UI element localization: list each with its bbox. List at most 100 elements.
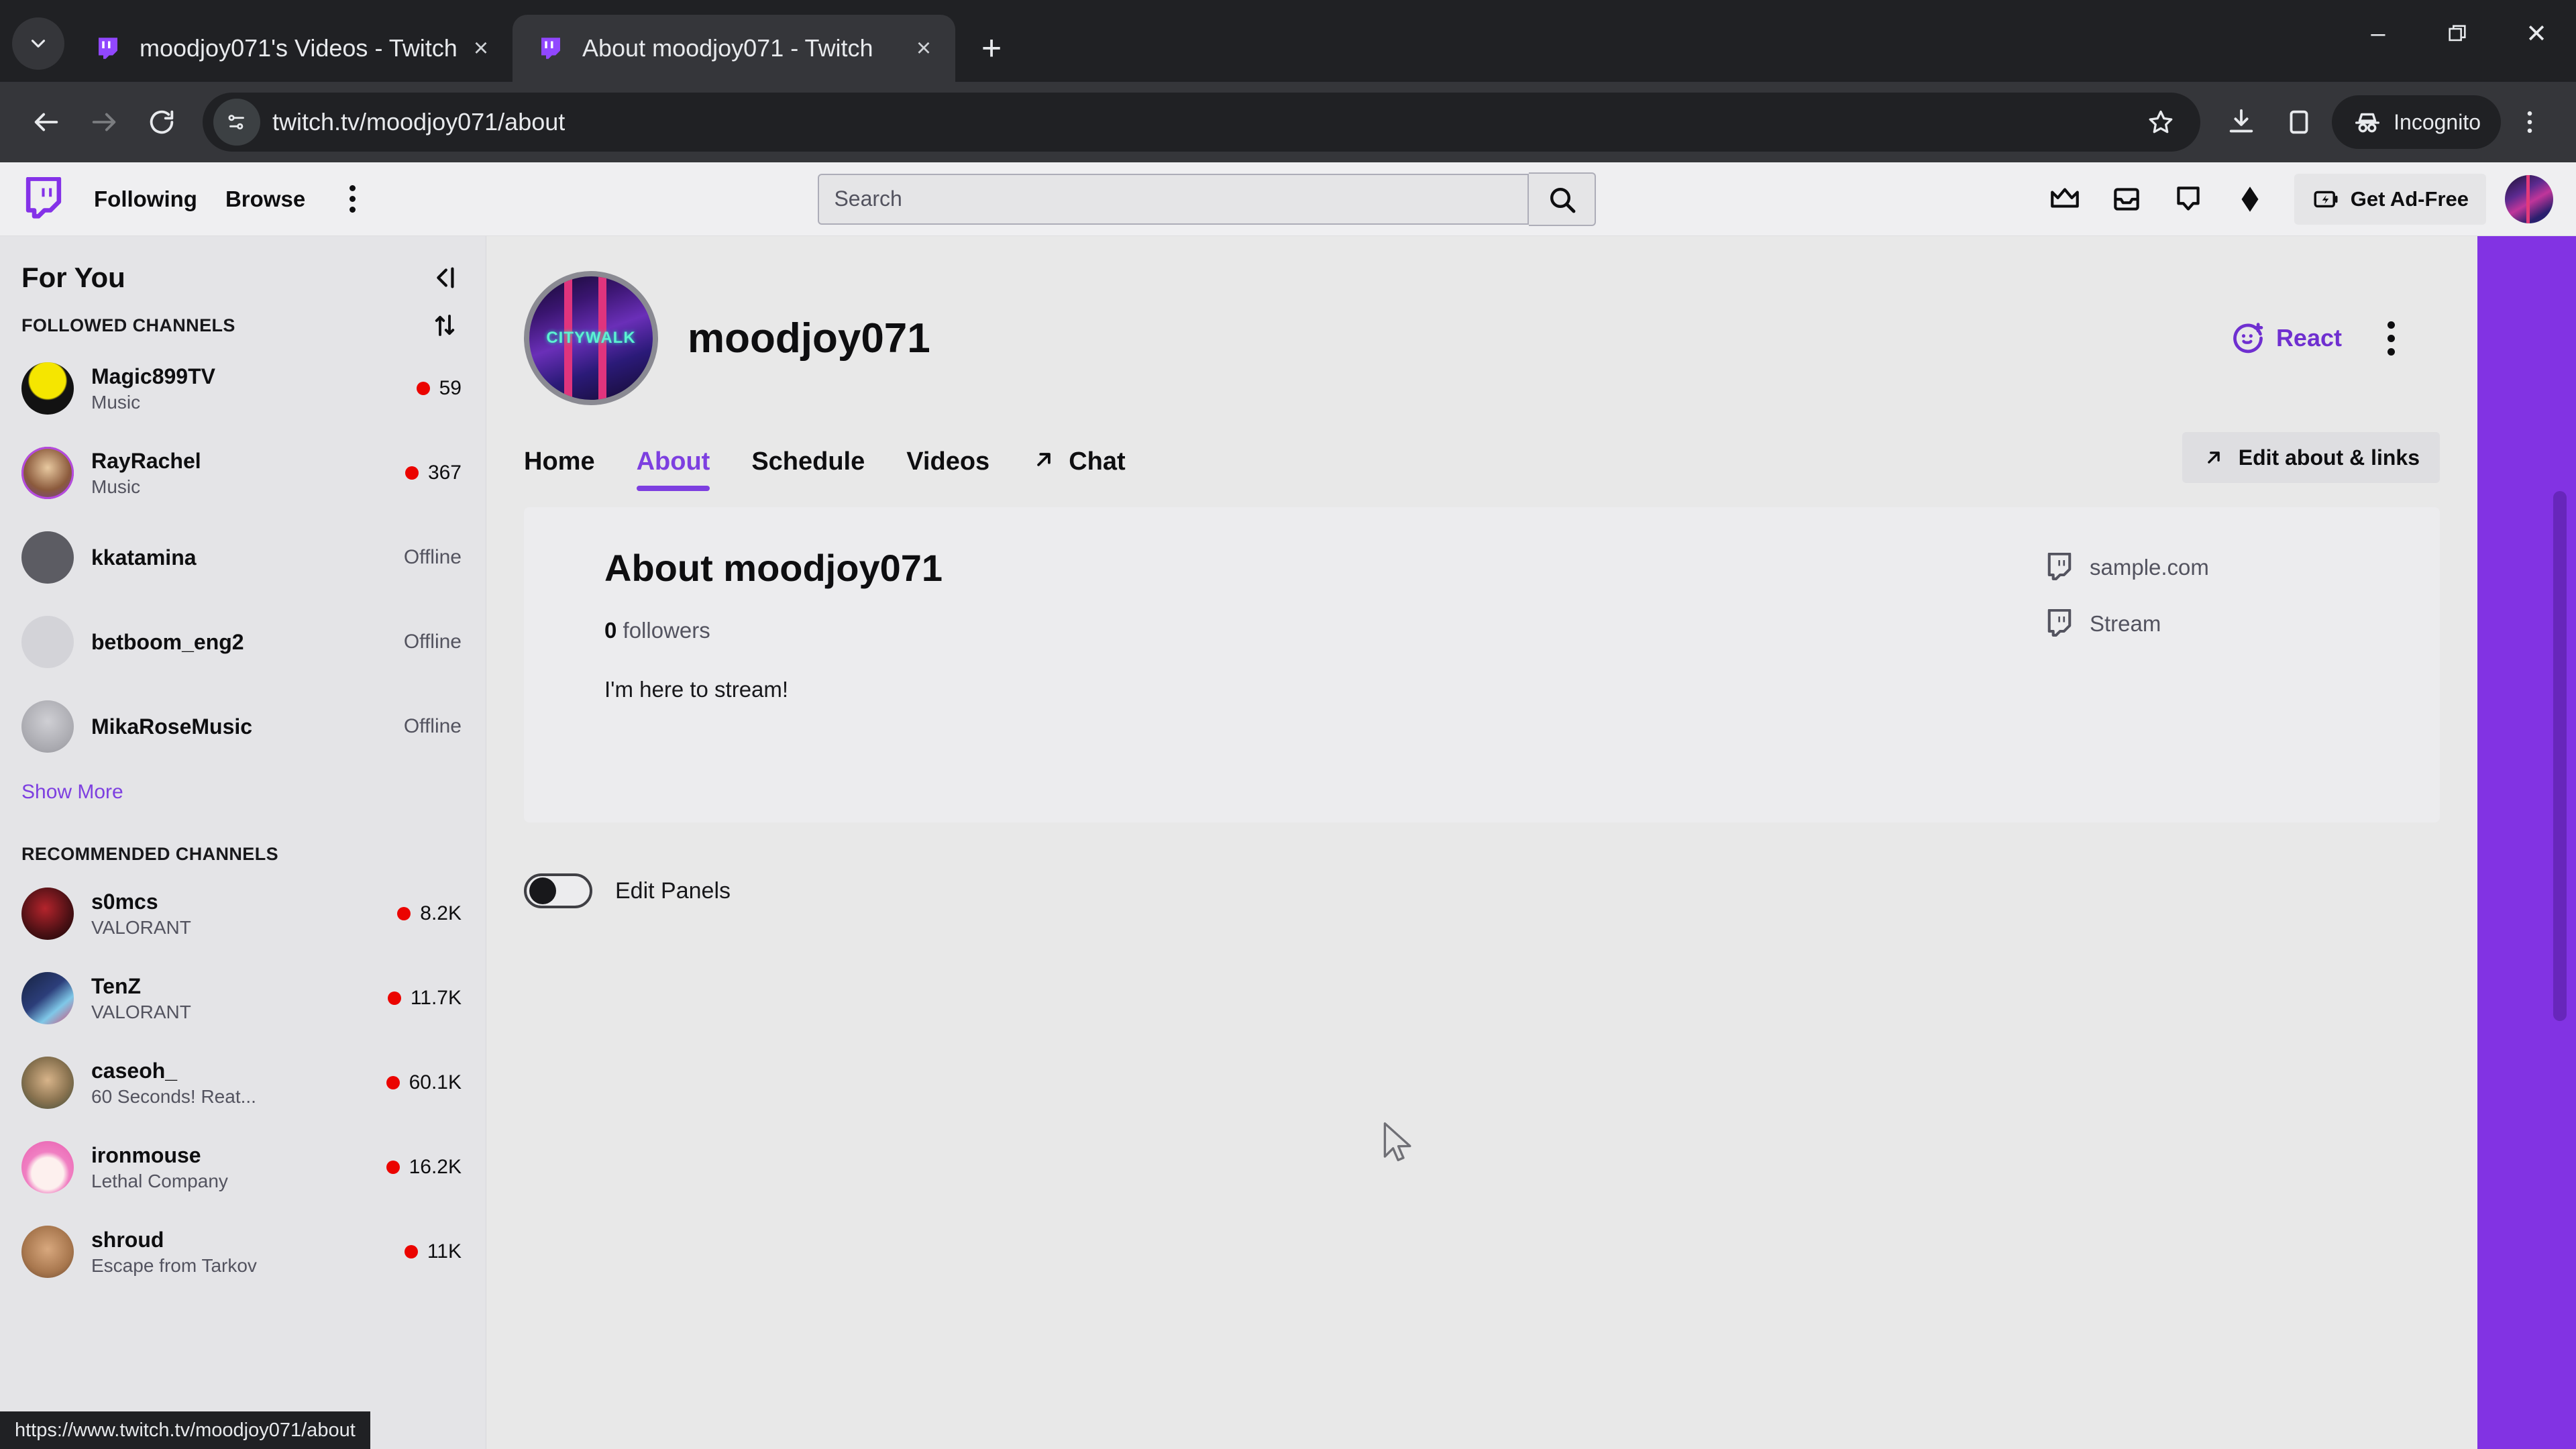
status-bar-url: https://www.twitch.tv/moodjoy071/about: [15, 1419, 356, 1441]
react-label: React: [2275, 324, 2342, 352]
nav-right-actions: Get Ad-Free: [2043, 173, 2553, 225]
scrollbar-thumb[interactable]: [2553, 491, 2567, 1021]
tab-videos[interactable]: Videos: [906, 447, 989, 491]
url-text: twitch.tv/moodjoy071/about: [272, 108, 566, 136]
channel-name: MikaRoseMusic: [91, 714, 253, 739]
back-button[interactable]: [17, 93, 75, 151]
viewer-count: 8.2K: [397, 902, 462, 925]
tab-home[interactable]: Home: [524, 447, 595, 491]
site-info-button[interactable]: [213, 99, 260, 146]
edit-panels-toggle[interactable]: [524, 873, 592, 908]
about-heading: About moodjoy071: [604, 547, 943, 589]
browser-menu-button[interactable]: [2501, 93, 2559, 151]
nav-link-following[interactable]: Following: [94, 186, 197, 212]
close-window-button[interactable]: ✕: [2497, 0, 2576, 67]
twitch-icon: [535, 33, 566, 64]
tab-search-button[interactable]: [12, 17, 64, 70]
nav-link-browse[interactable]: Browse: [225, 186, 305, 212]
close-icon[interactable]: ×: [462, 29, 500, 68]
sidebar-item-mikarosemusic[interactable]: MikaRoseMusic Offline: [0, 684, 486, 769]
sidebar-item-s0mcs[interactable]: s0mcs VALORANT 8.2K: [0, 871, 486, 956]
inbox-icon[interactable]: [2105, 178, 2148, 221]
collapse-left-icon[interactable]: [428, 262, 459, 293]
live-dot-icon: [405, 466, 419, 480]
get-ad-free-button[interactable]: Get Ad-Free: [2294, 173, 2486, 225]
avatar: [21, 362, 74, 415]
sidebar-item-shroud[interactable]: shroud Escape from Tarkov 11K: [0, 1210, 486, 1294]
edit-about-links-button[interactable]: Edit about & links: [2182, 432, 2440, 483]
sidebar-item-magic899tv[interactable]: Magic899TV Music 59: [0, 346, 486, 431]
about-panel-left: About moodjoy071 0 followers I'm here to…: [604, 546, 2019, 778]
whispers-icon[interactable]: [2167, 178, 2210, 221]
browser-tab-1[interactable]: moodjoy071's Videos - Twitch ×: [70, 15, 513, 82]
address-bar[interactable]: twitch.tv/moodjoy071/about: [203, 93, 2201, 152]
sidebar-item-caseoh[interactable]: caseoh_ 60 Seconds! Reat... 60.1K: [0, 1040, 486, 1125]
channel-more-button[interactable]: [2371, 317, 2410, 360]
downloads-button[interactable]: [2212, 93, 2270, 151]
about-link-stream[interactable]: Stream: [2045, 609, 2394, 639]
search-button[interactable]: [1529, 172, 1597, 226]
react-button[interactable]: React: [2231, 321, 2342, 356]
show-more-button[interactable]: Show More: [0, 769, 486, 821]
forward-button[interactable]: [75, 93, 133, 151]
channel-name: Magic899TV: [91, 364, 215, 388]
viewer-count-text: 367: [427, 462, 462, 484]
followed-channels-label: FOLLOWED CHANNELS: [21, 315, 235, 335]
status-bar: https://www.twitch.tv/moodjoy071/about: [0, 1411, 370, 1449]
sidebar-item-rayrachel[interactable]: RayRachel Music 367: [0, 431, 486, 515]
sidebar-item-ironmouse[interactable]: ironmouse Lethal Company 16.2K: [0, 1125, 486, 1210]
search-box: [818, 172, 1597, 226]
channel-name: ironmouse: [91, 1142, 201, 1167]
kebab-menu-icon: [2527, 111, 2532, 133]
edit-about-links-label: Edit about & links: [2238, 445, 2420, 470]
bookmark-button[interactable]: [2132, 93, 2190, 151]
reload-icon: [150, 110, 174, 134]
live-dot-icon: [416, 382, 430, 395]
incognito-label: Incognito: [2394, 109, 2481, 134]
bits-icon[interactable]: [2229, 178, 2271, 221]
twitch-icon: [93, 33, 123, 64]
close-icon[interactable]: ×: [904, 29, 943, 68]
channel-avatar[interactable]: CITYWALK: [524, 271, 658, 405]
sort-updown-icon[interactable]: [431, 311, 459, 339]
viewer-count-text: 16.2K: [409, 1156, 462, 1178]
twitch-logo-icon[interactable]: [23, 176, 64, 221]
viewer-count: 11.7K: [387, 987, 462, 1010]
sidebar-item-kkatamina[interactable]: kkatamina Offline: [0, 515, 486, 600]
live-dot-icon: [397, 907, 411, 920]
tab-chat[interactable]: Chat: [1031, 447, 1126, 491]
new-tab-button[interactable]: +: [967, 24, 1016, 72]
maximize-button[interactable]: [2418, 0, 2497, 67]
tab-schedule[interactable]: Schedule: [751, 447, 865, 491]
about-link-sample[interactable]: sample.com: [2045, 553, 2394, 582]
browser-tab-2[interactable]: About moodjoy071 - Twitch ×: [513, 15, 955, 82]
sidebar-item-tenz[interactable]: TenZ VALORANT 11.7K: [0, 956, 486, 1040]
avatar: [21, 888, 74, 940]
side-panel-button[interactable]: [2270, 93, 2328, 151]
search-input[interactable]: [818, 173, 1529, 225]
star-icon: [2149, 110, 2173, 133]
tab-about[interactable]: About: [636, 447, 710, 491]
viewer-count-text: 59: [439, 377, 462, 399]
reload-button[interactable]: [133, 93, 191, 151]
nav-more-button[interactable]: [333, 180, 371, 218]
browser-toolbar: twitch.tv/moodjoy071/about Incognito: [0, 82, 2576, 162]
about-link-label: Stream: [2090, 611, 2161, 636]
minimize-button[interactable]: –: [2339, 0, 2418, 67]
live-dot-icon: [386, 1076, 400, 1089]
sidebar-title: For You: [21, 262, 125, 293]
channel-tabs: Home About Schedule Videos Chat Edit abo…: [486, 421, 2477, 491]
crown-icon[interactable]: [2043, 178, 2086, 221]
avatar[interactable]: [2505, 174, 2553, 223]
page-body: For You FOLLOWED CHANNELS Magic899TV Mus…: [0, 236, 2576, 1449]
right-chat-panel[interactable]: [2477, 236, 2576, 1449]
twitch-glitch-icon: [2047, 553, 2072, 580]
forward-arrow-icon: [92, 113, 116, 131]
avatar: [21, 1226, 74, 1278]
viewer-count: 16.2K: [386, 1156, 462, 1179]
avatar: [21, 1141, 74, 1193]
external-link-icon: [1037, 453, 1051, 466]
incognito-indicator[interactable]: Incognito: [2332, 95, 2501, 149]
edit-panels-row: Edit Panels: [486, 822, 2477, 908]
sidebar-item-betboom-eng2[interactable]: betboom_eng2 Offline: [0, 600, 486, 684]
